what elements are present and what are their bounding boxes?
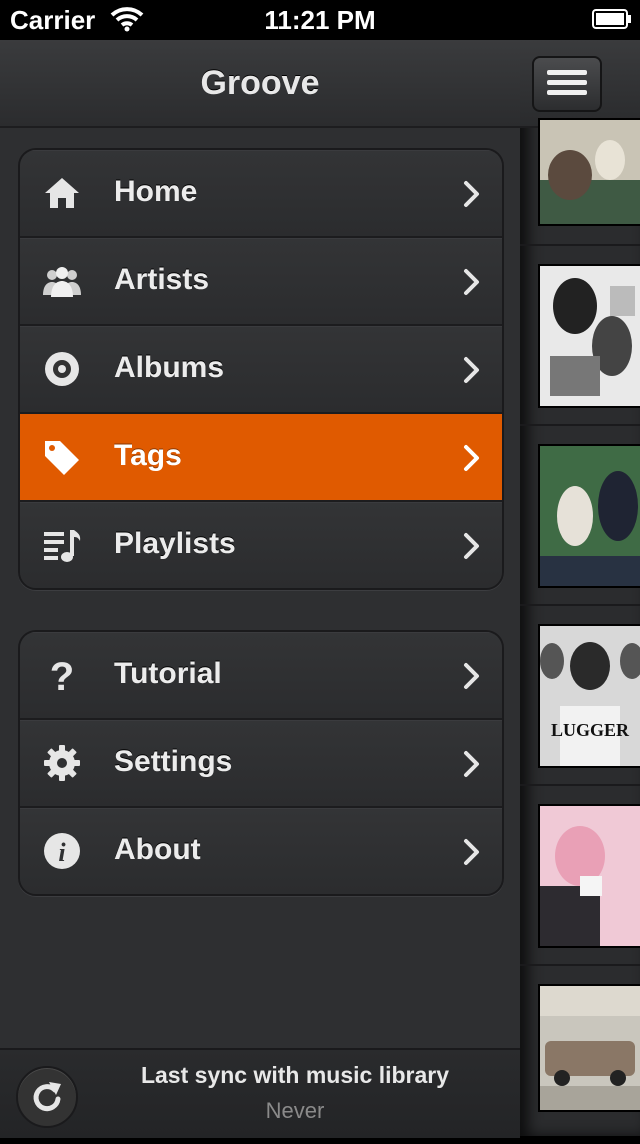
menu-item-label: Playlists	[114, 527, 236, 560]
album-thumbnail[interactable]	[538, 118, 640, 226]
menu-item-albums[interactable]: Albums	[20, 324, 502, 412]
sync-label: Last sync with music library	[140, 1062, 450, 1088]
menu-item-label: About	[114, 833, 201, 866]
tag-icon	[45, 441, 79, 475]
album-thumbnail[interactable]	[538, 804, 640, 948]
album-thumbnail[interactable]	[538, 984, 640, 1112]
menu-group-main: Home Artists Albums Tags Playlists	[18, 148, 504, 590]
menu-item-tags[interactable]: Tags	[20, 412, 502, 500]
clock: 11:21 PM	[264, 5, 376, 35]
chevron-right-icon	[464, 839, 479, 865]
albums-icon	[45, 352, 79, 386]
playlist-icon	[44, 530, 81, 562]
refresh-icon	[33, 1082, 61, 1112]
album-thumbnail[interactable]	[538, 264, 640, 408]
chevron-right-icon	[464, 663, 479, 689]
menu-item-playlists[interactable]: Playlists	[20, 500, 502, 588]
chevron-right-icon	[464, 751, 479, 777]
hamburger-line	[547, 90, 587, 95]
menu-header: Groove	[0, 40, 520, 128]
album-row[interactable]: LUGGER	[520, 606, 640, 786]
menu-item-label: Settings	[114, 745, 233, 778]
album-row[interactable]	[520, 118, 640, 246]
question-icon: ?	[50, 655, 74, 695]
svg-text:i: i	[58, 838, 66, 867]
sync-button[interactable]	[16, 1066, 78, 1128]
sync-footer: Last sync with music library Never	[0, 1048, 520, 1138]
content-panel: LUGGER	[520, 40, 640, 1136]
menu-item-label: Home	[114, 175, 198, 208]
svg-text:?: ?	[50, 655, 74, 695]
menu-item-label: Albums	[114, 351, 225, 384]
menu-item-label: Tags	[114, 439, 182, 472]
menu-item-artists[interactable]: Artists	[20, 236, 502, 324]
home-icon	[45, 178, 79, 208]
chevron-right-icon	[464, 445, 479, 471]
status-bar: Carrier 11:21 PM	[0, 0, 640, 40]
battery-icon	[592, 9, 631, 29]
chevron-right-icon	[464, 357, 479, 383]
menu-item-tutorial[interactable]: ? Tutorial	[20, 632, 502, 718]
gear-icon	[44, 745, 80, 781]
album-row[interactable]	[520, 966, 640, 1144]
menu-item-settings[interactable]: Settings	[20, 718, 502, 806]
menu-group-secondary: ? Tutorial Settings i About	[18, 630, 504, 896]
menu-item-label: Tutorial	[114, 657, 222, 690]
chevron-right-icon	[464, 181, 479, 207]
menu-item-home[interactable]: Home	[20, 150, 502, 236]
chevron-right-icon	[464, 269, 479, 295]
info-icon: i	[44, 833, 80, 869]
album-row[interactable]	[520, 246, 640, 426]
side-menu: Groove Home Artists Albums Tags Playlist…	[0, 40, 520, 1138]
svg-text:LUGGER: LUGGER	[551, 720, 630, 740]
menu-item-label: Artists	[114, 263, 210, 296]
hamburger-line	[547, 80, 587, 85]
album-thumbnail[interactable]: LUGGER	[538, 624, 640, 768]
sync-value: Never	[265, 1098, 325, 1123]
album-thumbnail[interactable]	[538, 444, 640, 588]
content-header	[520, 40, 640, 128]
chevron-right-icon	[464, 533, 479, 559]
artists-icon	[43, 267, 81, 297]
menu-item-about[interactable]: i About	[20, 806, 502, 894]
app-title: Groove	[200, 64, 320, 102]
album-row[interactable]	[520, 786, 640, 966]
album-row[interactable]	[520, 426, 640, 606]
menu-toggle-button[interactable]	[532, 56, 602, 112]
hamburger-line	[547, 70, 587, 75]
